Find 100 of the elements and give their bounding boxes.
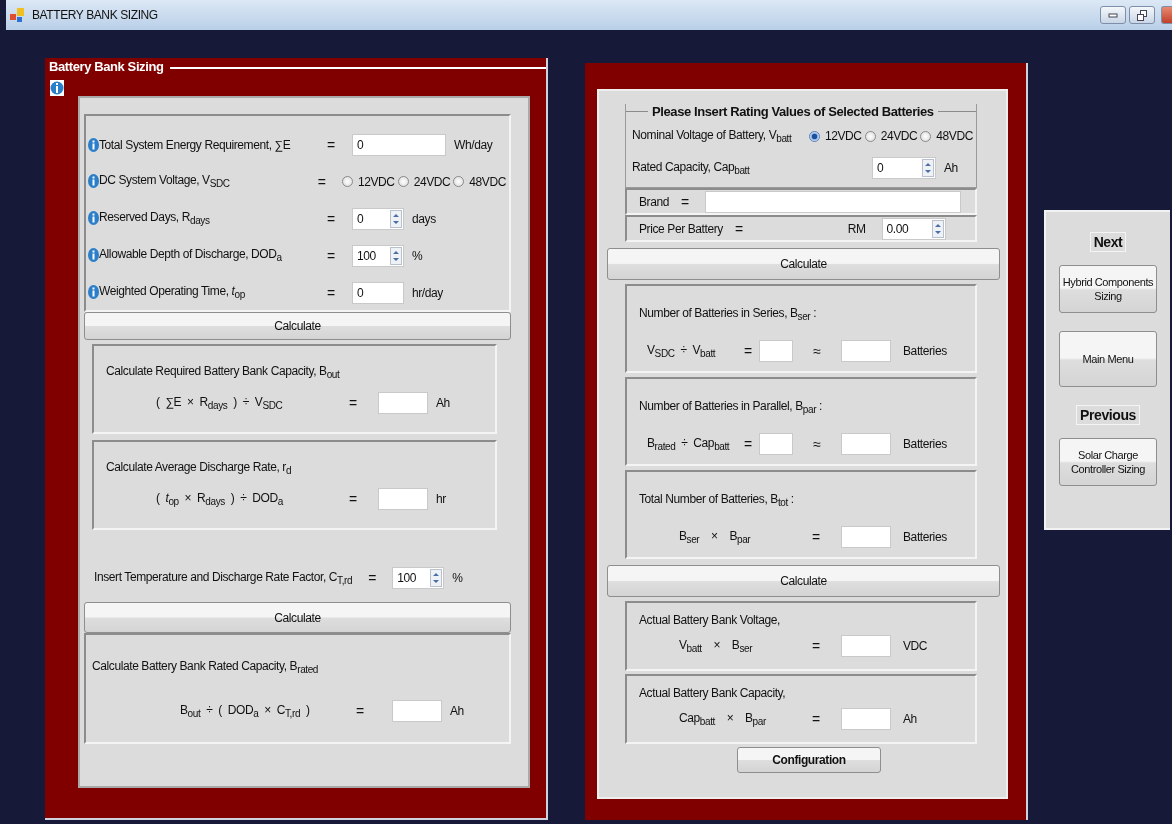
formula: Cap$_{batt}$ × B$_{par}$ xyxy=(679,710,767,728)
equals-sign: = xyxy=(681,193,689,210)
calculate-button[interactable]: Calculate xyxy=(607,248,1000,280)
radio-label[interactable]: 48VDC xyxy=(936,129,973,143)
configuration-button[interactable]: Configuration xyxy=(737,747,881,773)
info-icon[interactable] xyxy=(50,80,64,96)
field-label: Price Per Battery xyxy=(639,221,723,236)
formula: V$_{batt}$ × B$_{ser}$ xyxy=(679,637,754,655)
input-field[interactable]: 0 xyxy=(352,133,446,156)
approx-sign: ≈ xyxy=(812,436,822,453)
field-label: Nominal Voltage of Battery, V$_{batt}$ xyxy=(632,127,793,145)
radio-button[interactable] xyxy=(341,176,353,187)
number-field[interactable]: 100 xyxy=(352,244,404,267)
equals-sign: = xyxy=(326,284,336,301)
equals-sign: = xyxy=(811,529,821,546)
equals-sign: = xyxy=(326,210,336,227)
app-icon xyxy=(10,8,24,22)
number-field[interactable]: 100 xyxy=(392,567,445,589)
minimize-icon xyxy=(1108,12,1118,18)
unit-label: Batteries xyxy=(903,437,947,452)
spin-arrows-icon[interactable] xyxy=(931,219,944,238)
field-label: Total System Energy Requirement, ∑E xyxy=(99,137,291,152)
info-icon[interactable] xyxy=(88,248,99,263)
radio-label[interactable]: 48VDC xyxy=(469,174,506,189)
formula: ( ∑E × R$_{days}$ ) ÷ V$_{SDC}$ xyxy=(156,395,284,412)
result-field[interactable] xyxy=(841,526,891,549)
radio-button[interactable] xyxy=(397,176,409,187)
field-label: Allowable Depth of Discharge, DOD$_{a}$ xyxy=(99,247,282,264)
unit-label: Ah xyxy=(436,396,450,411)
result-field[interactable] xyxy=(378,392,428,415)
formula: B$_{rated}$ ÷ Cap$_{batt}$ xyxy=(647,436,731,453)
radio-label[interactable]: 24VDC xyxy=(880,129,918,143)
equals-sign: = xyxy=(734,220,743,237)
radio-label[interactable]: 12VDC xyxy=(357,174,395,189)
result-field[interactable] xyxy=(759,433,793,456)
calculate-button[interactable]: Calculate xyxy=(607,565,1000,597)
equals-sign: = xyxy=(811,711,821,727)
close-button[interactable] xyxy=(1161,6,1172,24)
window-title: BATTERY BANK SIZING xyxy=(32,8,158,22)
input-field[interactable] xyxy=(704,190,961,213)
result-field[interactable] xyxy=(378,488,428,511)
section-heading: Actual Battery Bank Capacity, xyxy=(639,686,787,700)
input-field[interactable]: 0 xyxy=(352,281,404,304)
equals-sign: = xyxy=(355,703,365,720)
result-field[interactable] xyxy=(392,700,442,723)
field-label: DC System Voltage, V$_{SDC}$ xyxy=(99,173,230,190)
unit-label: Wh/day xyxy=(454,137,493,152)
result-field[interactable] xyxy=(841,433,891,456)
number-field[interactable]: 0 xyxy=(352,207,404,230)
restore-button[interactable] xyxy=(1129,6,1155,24)
equals-sign: = xyxy=(316,173,327,190)
section-heading: Calculate Average Discharge Rate, r$_{d}$ xyxy=(106,460,293,477)
radio-button[interactable] xyxy=(453,176,465,187)
spin-arrows-icon[interactable] xyxy=(922,159,934,177)
unit-label: Ah xyxy=(450,704,464,719)
spin-arrows-icon[interactable] xyxy=(430,569,443,587)
unit-label: hr xyxy=(436,492,446,507)
info-icon[interactable] xyxy=(88,211,99,226)
result-field[interactable] xyxy=(759,340,793,363)
info-icon[interactable] xyxy=(88,137,99,152)
radio-label[interactable]: 24VDC xyxy=(413,174,451,189)
result-field[interactable] xyxy=(841,635,891,657)
equals-sign: = xyxy=(743,436,753,453)
equals-sign: = xyxy=(326,136,336,153)
result-field[interactable] xyxy=(841,340,891,363)
radio-button[interactable] xyxy=(920,130,932,142)
unit-label: hr/day xyxy=(412,285,443,300)
field-label: Rated Capacity, Cap$_{batt}$ xyxy=(632,159,751,177)
navigation-button[interactable]: Solar Charge Controller Sizing xyxy=(1059,438,1157,486)
approx-sign: ≈ xyxy=(812,343,822,360)
main-menu-button[interactable]: Main Menu xyxy=(1059,331,1157,387)
formula: B$_{out}$ ÷ ( DOD$_{a}$ × C$_{T,rd}$ ) xyxy=(180,703,311,720)
calculate-button[interactable]: Calculate xyxy=(84,312,511,340)
calculate-button[interactable]: Calculate xyxy=(84,602,511,633)
result-field[interactable] xyxy=(841,708,891,730)
field-label: Reserved Days, R$_{days}$ xyxy=(99,210,210,227)
spin-arrows-icon[interactable] xyxy=(390,209,402,228)
equals-sign: = xyxy=(326,247,336,264)
spin-arrows-icon[interactable] xyxy=(390,246,402,265)
info-icon[interactable] xyxy=(88,285,99,300)
equals-sign: = xyxy=(367,570,378,586)
section-heading: Calculate Battery Bank Rated Capacity, B$_{rated}$ xyxy=(92,659,320,676)
unit-label: % xyxy=(412,248,423,263)
formula: ( t$_{op}$ × R$_{days}$ ) ÷ DOD$_{a}$ xyxy=(156,491,285,508)
unit-label: Ah xyxy=(944,161,958,175)
group-title: Battery Bank Sizing xyxy=(48,58,165,76)
radio-label[interactable]: 12VDC xyxy=(824,129,862,143)
info-icon[interactable] xyxy=(88,174,99,189)
number-field[interactable]: 0.00 xyxy=(881,217,946,240)
section-label: Previous xyxy=(1076,405,1140,425)
section-heading: Calculate Required Battery Bank Capacity, B$_{out}$ xyxy=(106,364,341,381)
number-field[interactable]: 0 xyxy=(872,157,936,179)
field-label: Insert Temperature and Discharge Rate Factor, C$_{T,rd}$ xyxy=(94,569,353,587)
section-label: Next xyxy=(1089,232,1127,252)
unit-label: VDC xyxy=(903,639,928,653)
radio-button[interactable] xyxy=(808,130,820,142)
navigation-button[interactable]: Hybrid Components Sizing xyxy=(1059,265,1157,313)
equals-sign: = xyxy=(348,491,358,508)
equals-sign: = xyxy=(743,343,753,360)
radio-button[interactable] xyxy=(864,130,876,142)
